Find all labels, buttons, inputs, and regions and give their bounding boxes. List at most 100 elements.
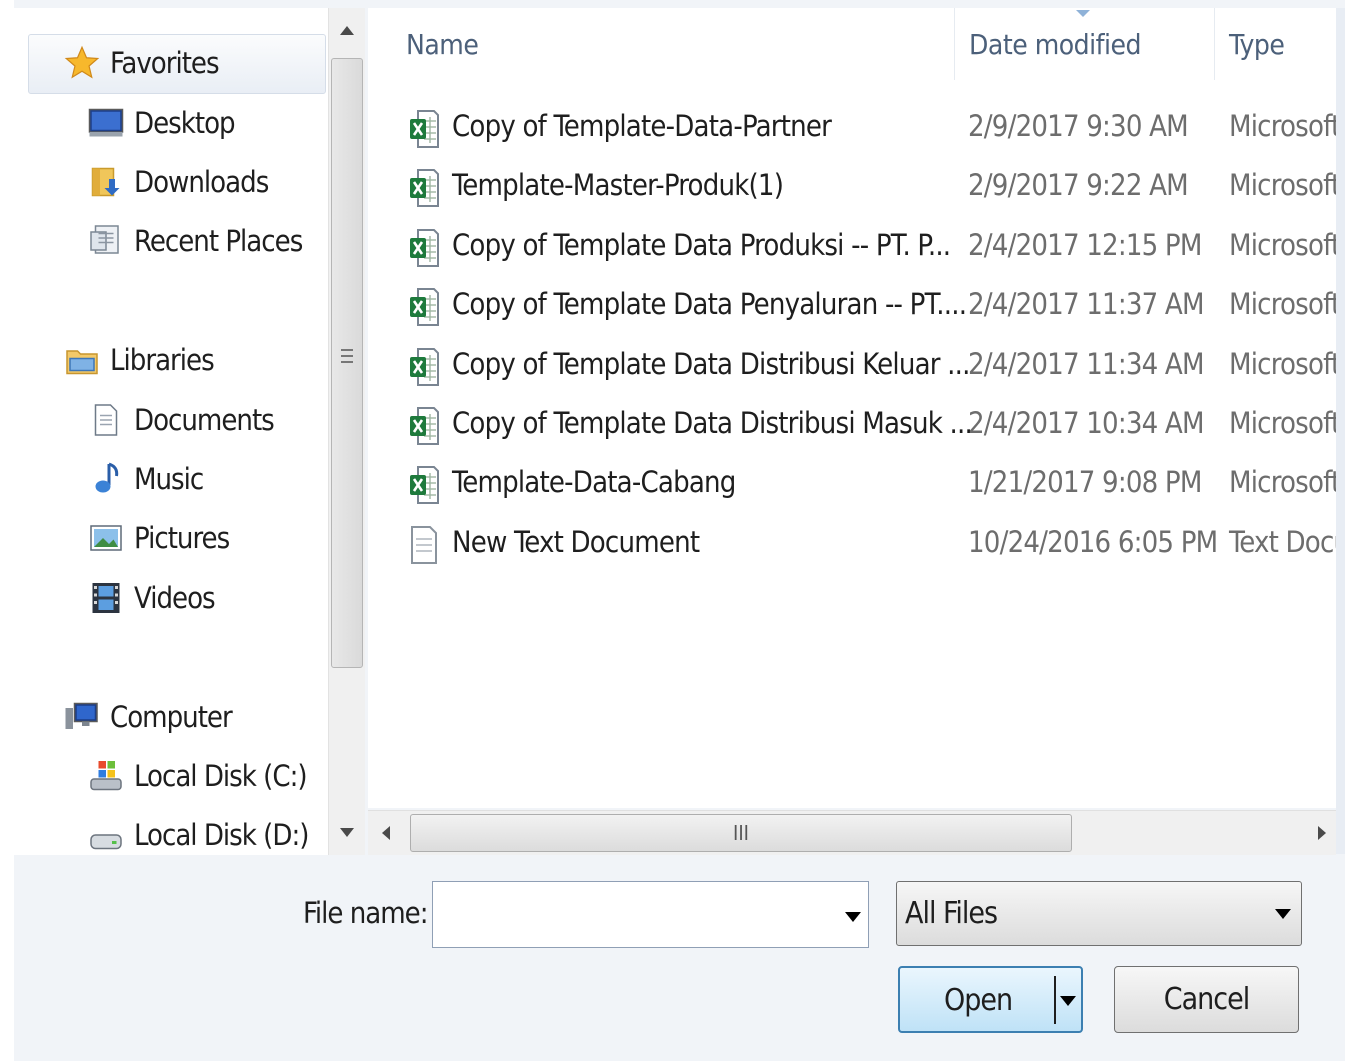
file-date-cell: 10/24/2016 6:05 PM xyxy=(968,524,1218,559)
scroll-left-arrow-icon[interactable] xyxy=(382,826,390,840)
nav-label: Recent Places xyxy=(134,224,303,258)
text-file-icon xyxy=(408,525,440,565)
chevron-down-icon[interactable] xyxy=(1275,909,1291,919)
open-button-label: Open xyxy=(944,983,1013,1018)
videos-icon xyxy=(88,580,124,616)
horizontal-scroll-thumb[interactable]: III xyxy=(410,814,1072,852)
column-header-name[interactable]: Name xyxy=(406,8,479,80)
file-row[interactable]: Copy of Template-Data-Partner 2/9/2017 9:… xyxy=(368,101,1336,151)
file-name-cell: New Text Document xyxy=(452,524,700,559)
file-type-cell: Microsoft xyxy=(1229,406,1336,440)
system-drive-icon xyxy=(88,758,124,794)
file-date-cell: 1/21/2017 9:08 PM xyxy=(968,465,1202,500)
nav-item-desktop[interactable]: Desktop xyxy=(88,98,236,148)
scroll-thumb[interactable] xyxy=(331,58,363,668)
excel-file-icon xyxy=(408,465,440,505)
file-row[interactable]: Copy of Template Data Produksi -- PT. P.… xyxy=(368,220,1336,270)
chevron-down-icon[interactable] xyxy=(845,912,861,922)
excel-file-icon xyxy=(408,228,440,268)
file-type-value: All Files xyxy=(905,896,998,931)
nav-item-music[interactable]: Music xyxy=(88,454,204,504)
nav-libraries[interactable]: Libraries xyxy=(64,335,215,385)
file-name-cell: Copy of Template Data Distribusi Keluar … xyxy=(452,346,970,381)
drive-icon xyxy=(88,817,124,853)
column-header-type[interactable]: Type xyxy=(1229,8,1285,80)
music-icon xyxy=(88,461,124,497)
file-date-cell: 2/9/2017 9:22 AM xyxy=(968,168,1189,203)
file-row[interactable]: Copy of Template Data Distribusi Keluar … xyxy=(368,339,1336,389)
sort-descending-icon xyxy=(1076,10,1090,17)
column-header-date-modified[interactable]: Date modified xyxy=(969,8,1142,80)
nav-item-local-disk-c[interactable]: Local Disk (C:) xyxy=(88,751,308,801)
nav-label: Local Disk (C:) xyxy=(134,759,308,793)
file-date-cell: 2/4/2017 11:34 AM xyxy=(968,346,1204,381)
file-name-input[interactable] xyxy=(439,890,823,940)
file-name-cell: Copy of Template Data Distribusi Masuk .… xyxy=(452,406,973,440)
nav-item-pictures[interactable]: Pictures xyxy=(88,513,230,563)
scroll-right-arrow-icon[interactable] xyxy=(1318,826,1326,840)
cancel-button-label: Cancel xyxy=(1163,982,1250,1017)
nav-favorites[interactable]: Favorites xyxy=(64,38,220,88)
file-type-cell: Microsoft xyxy=(1229,227,1336,262)
nav-label: Favorites xyxy=(110,46,220,80)
downloads-folder-icon xyxy=(88,164,124,200)
file-name-combobox[interactable] xyxy=(432,881,869,948)
excel-file-icon xyxy=(408,347,440,387)
scroll-up-arrow-icon[interactable] xyxy=(340,26,354,35)
navigation-pane: Favorites Desktop Downloads Recent Place… xyxy=(14,8,328,855)
computer-icon xyxy=(64,699,100,735)
file-name-cell: Copy of Template Data Produksi -- PT. P.… xyxy=(452,227,951,262)
file-name-cell: Copy of Template-Data-Partner xyxy=(452,109,832,143)
nav-label: Music xyxy=(134,462,204,496)
file-row[interactable]: Template-Master-Produk(1) 2/9/2017 9:22 A… xyxy=(368,160,1336,210)
nav-item-local-disk-d[interactable]: Local Disk (D:) xyxy=(88,810,309,855)
desktop-icon xyxy=(88,105,124,141)
file-name-cell: Template-Master-Produk(1) xyxy=(452,168,784,203)
scroll-grip: III xyxy=(733,821,749,845)
chevron-down-icon[interactable] xyxy=(1060,996,1076,1006)
documents-icon xyxy=(88,402,124,438)
nav-item-recent-places[interactable]: Recent Places xyxy=(88,216,303,266)
nav-label: Local Disk (D:) xyxy=(134,818,309,852)
libraries-icon xyxy=(64,342,100,378)
nav-label: Libraries xyxy=(110,343,215,377)
file-type-cell: Microsoft xyxy=(1229,346,1336,381)
file-row[interactable]: New Text Document 10/24/2016 6:05 PM Text … xyxy=(368,517,1336,567)
file-list: Name Date modified Type Copy of Template… xyxy=(368,8,1336,808)
column-separator[interactable] xyxy=(1214,8,1215,80)
file-name-cell: Copy of Template Data Penyaluran -- PT..… xyxy=(452,287,967,322)
nav-item-downloads[interactable]: Downloads xyxy=(88,157,269,207)
file-row[interactable]: Copy of Template Data Distribusi Masuk .… xyxy=(368,398,1336,448)
nav-item-videos[interactable]: Videos xyxy=(88,573,216,623)
file-date-cell: 2/4/2017 11:37 AM xyxy=(968,287,1204,322)
file-date-cell: 2/4/2017 12:15 PM xyxy=(968,227,1202,262)
nav-item-documents[interactable]: Documents xyxy=(88,395,275,445)
file-row[interactable]: Copy of Template Data Penyaluran -- PT..… xyxy=(368,279,1336,329)
file-type-cell: Microsoft xyxy=(1229,168,1336,203)
excel-file-icon xyxy=(408,168,440,208)
nav-label: Pictures xyxy=(134,521,230,555)
nav-label: Downloads xyxy=(134,165,269,199)
file-type-cell: Text Docu xyxy=(1229,524,1336,559)
nav-label: Videos xyxy=(134,581,216,615)
file-row[interactable]: Template-Data-Cabang 1/21/2017 9:08 PM Mic… xyxy=(368,457,1336,507)
file-name-cell: Template-Data-Cabang xyxy=(452,465,736,500)
excel-file-icon xyxy=(408,109,440,149)
nav-computer[interactable]: Computer xyxy=(64,692,233,742)
file-name-label: File name: xyxy=(303,896,429,930)
file-date-cell: 2/9/2017 9:30 AM xyxy=(968,109,1189,143)
column-separator[interactable] xyxy=(954,8,955,80)
excel-file-icon xyxy=(408,287,440,327)
scroll-down-arrow-icon[interactable] xyxy=(340,828,354,837)
open-button[interactable]: Open xyxy=(898,966,1083,1033)
pane-divider xyxy=(1336,8,1345,854)
split-divider xyxy=(1054,976,1056,1024)
nav-label: Desktop xyxy=(134,106,236,140)
navigation-scrollbar[interactable] xyxy=(328,8,365,855)
excel-file-icon xyxy=(408,406,440,446)
horizontal-scrollbar[interactable]: III xyxy=(368,810,1336,855)
file-type-cell: Microsoft xyxy=(1229,109,1336,143)
cancel-button[interactable]: Cancel xyxy=(1114,966,1299,1033)
file-type-cell: Microsoft xyxy=(1229,465,1336,500)
file-type-filter[interactable]: All Files xyxy=(896,881,1302,946)
